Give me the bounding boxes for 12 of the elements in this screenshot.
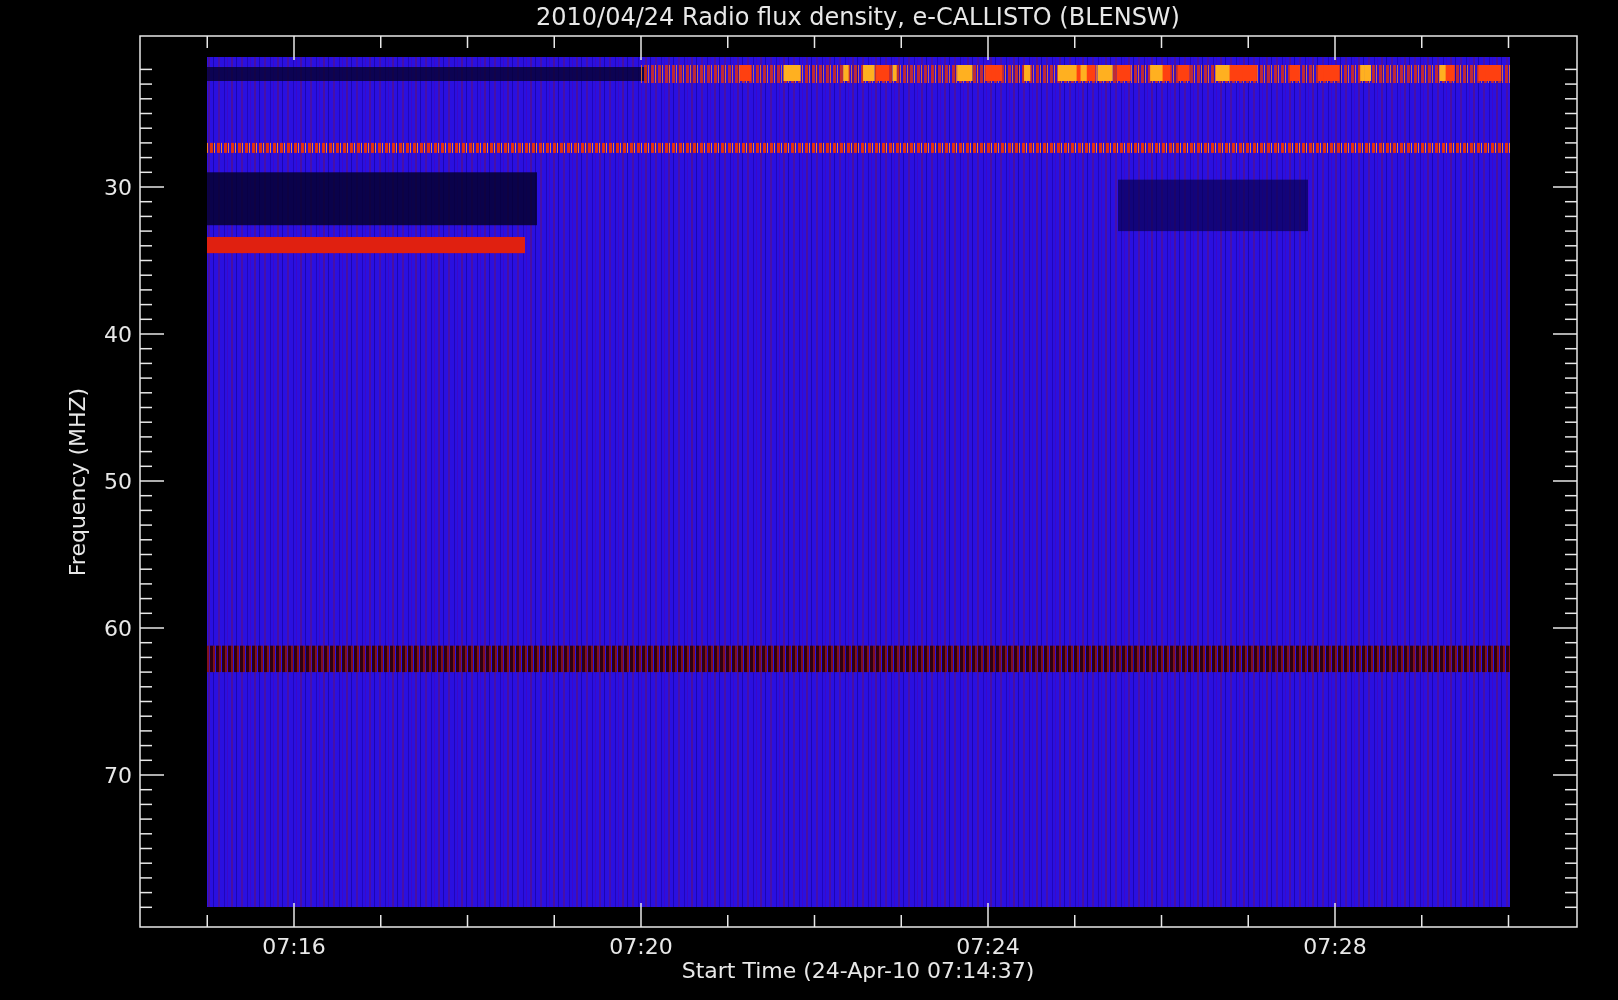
x-tick-label: 07:28 — [1303, 934, 1367, 959]
y-tick-label: 40 — [104, 322, 132, 347]
x-tick-label: 07:16 — [262, 934, 326, 959]
chart-title: 2010/04/24 Radio flux density, e-CALLISTO (BLENSW) — [536, 3, 1180, 31]
y-tick-label: 30 — [104, 175, 132, 200]
y-axis-label: Frequency (MHZ) — [65, 387, 90, 577]
y-tick-label: 70 — [104, 763, 132, 788]
x-axis-label: Start Time (24-Apr-10 07:14:37) — [681, 958, 1035, 983]
x-tick-label: 07:24 — [956, 934, 1020, 959]
y-tick-label: 50 — [104, 469, 132, 494]
x-tick-label: 07:20 — [609, 934, 673, 959]
y-tick-label: 60 — [104, 616, 132, 641]
